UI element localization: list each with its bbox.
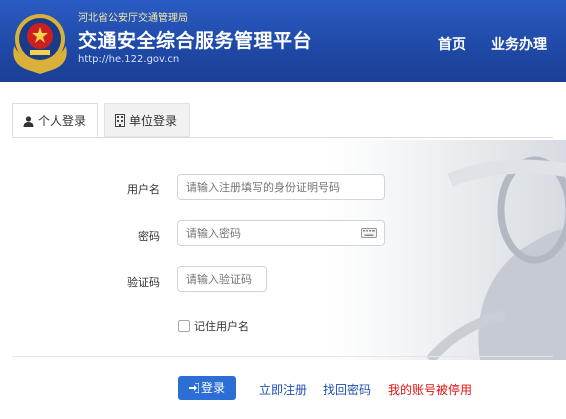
login-button-label: 登录 bbox=[200, 381, 225, 395]
username-label: 用户名 bbox=[127, 183, 160, 196]
tab-label: 个人登录 bbox=[38, 114, 87, 128]
building-icon bbox=[115, 114, 125, 127]
car-interior-background-image bbox=[330, 140, 566, 360]
login-button[interactable]: 登录 bbox=[178, 376, 236, 400]
police-emblem-logo bbox=[13, 14, 67, 74]
tab-personal-login[interactable]: 个人登录 bbox=[12, 103, 98, 137]
password-input[interactable] bbox=[177, 220, 385, 246]
divider bbox=[12, 356, 553, 357]
find-password-link[interactable]: 找回密码 bbox=[323, 381, 371, 398]
username-input[interactable] bbox=[177, 174, 385, 200]
user-icon bbox=[23, 116, 34, 127]
nav-business[interactable]: 业务办理 bbox=[491, 34, 547, 54]
tab-unit-login[interactable]: 单位登录 bbox=[104, 103, 190, 137]
remember-username-label[interactable]: 记住用户名 bbox=[194, 318, 249, 334]
remember-username-checkbox[interactable] bbox=[178, 320, 190, 332]
login-tabs: 个人登录 单位登录 bbox=[12, 103, 553, 138]
captcha-input[interactable] bbox=[177, 266, 267, 292]
captcha-label: 验证码 bbox=[127, 276, 160, 289]
platform-title: 交通安全综合服务管理平台 bbox=[78, 30, 313, 52]
keyboard-icon[interactable] bbox=[361, 228, 377, 238]
password-label: 密码 bbox=[138, 230, 160, 243]
site-header: 河北省公安厅交通管理局 交通安全综合服务管理平台 http://he.122.g… bbox=[0, 0, 566, 82]
account-disabled-link[interactable]: 我的账号被停用 bbox=[388, 381, 472, 398]
sign-in-icon bbox=[188, 382, 200, 394]
site-url: http://he.122.gov.cn bbox=[78, 54, 180, 65]
organization-name: 河北省公安厅交通管理局 bbox=[78, 13, 188, 24]
tab-label: 单位登录 bbox=[129, 114, 178, 128]
nav-home[interactable]: 首页 bbox=[438, 34, 466, 54]
register-link[interactable]: 立即注册 bbox=[259, 381, 307, 398]
